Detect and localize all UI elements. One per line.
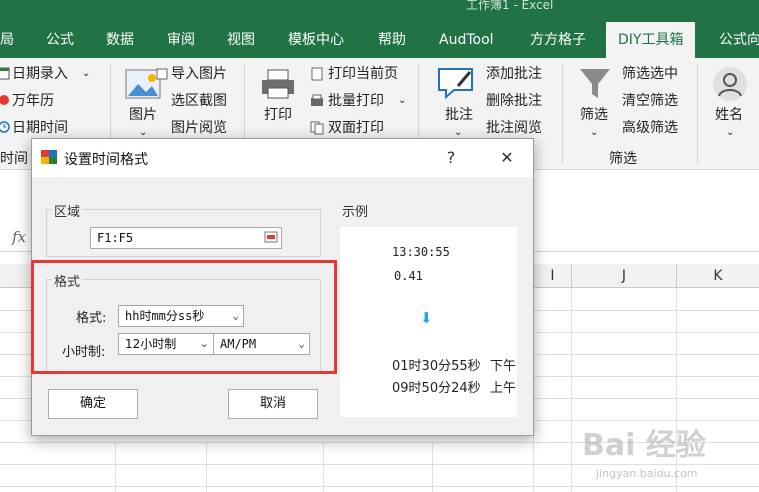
picture-browse-button[interactable]: 图片阅览: [171, 119, 227, 137]
print-current-page-button[interactable]: 打印当前页: [328, 65, 398, 83]
ok-button[interactable]: 确定: [48, 389, 138, 419]
print-page-icon: [311, 67, 323, 81]
example-result-2-suffix: 上午: [490, 381, 517, 396]
down-arrow-icon: ⬇: [420, 309, 433, 327]
example-panel: 13:30:55 0.41 ⬇ 01时30分55秒 下午 09时50分24秒 上…: [340, 227, 517, 417]
tab-formulas[interactable]: 公式: [46, 22, 74, 58]
tab-template-center[interactable]: 模板中心: [288, 22, 344, 58]
highlight-box: [31, 260, 337, 374]
funnel-icon: [580, 69, 610, 98]
grid-line: [206, 442, 207, 492]
column-header-j[interactable]: J: [571, 264, 676, 288]
duplex-print-icon: [310, 121, 324, 135]
ribbon-tabs: 局 公式 数据 审阅 视图 模板中心 帮助 AudTool 方方格子 DIY工具…: [0, 22, 759, 58]
tab-data[interactable]: 数据: [106, 22, 134, 58]
perpetual-calendar-icon: [0, 95, 9, 105]
duplex-print-button[interactable]: 双面打印: [328, 119, 384, 137]
region-label: 区域: [52, 201, 83, 220]
picture-button[interactable]: 图片: [129, 106, 157, 124]
comment-icon: [438, 68, 473, 100]
baidu-watermark: Bai 经验: [582, 428, 706, 463]
date-input-button[interactable]: 日期录入: [12, 65, 68, 83]
import-picture-button[interactable]: 导入图片: [171, 65, 227, 83]
tab-view[interactable]: 视图: [227, 22, 255, 58]
chevron-down-icon: ⌄: [590, 127, 599, 138]
tab-layout[interactable]: 局: [0, 22, 14, 58]
comment-browse-button[interactable]: 批注阅览: [486, 119, 542, 137]
grid-line: [0, 486, 759, 487]
example-result-2: 09时50分24秒: [392, 381, 481, 396]
example-result-1: 01时30分55秒: [392, 359, 481, 374]
comment-button[interactable]: 批注: [445, 106, 473, 124]
tab-fangfang[interactable]: 方方格子: [530, 22, 586, 58]
tab-formula-more[interactable]: 公式向: [719, 22, 759, 58]
clock-icon: [0, 121, 10, 133]
title-bar: 工作簿1 - Excel: [0, 0, 759, 22]
dialog-title: 设置时间格式: [64, 152, 148, 168]
screenshot-button[interactable]: 选区截图: [171, 92, 227, 110]
filter-group-label: 筛选: [609, 151, 637, 167]
name-button[interactable]: 姓名: [715, 106, 743, 124]
cancel-button[interactable]: 取消: [228, 389, 318, 419]
function-icon[interactable]: fx: [12, 228, 26, 246]
grid-line: [432, 442, 433, 492]
column-header-i[interactable]: I: [533, 264, 571, 288]
grid-line: [0, 464, 759, 465]
grid-line: [571, 288, 572, 492]
clear-filter-button[interactable]: 清空筛选: [622, 92, 678, 110]
date-time-button[interactable]: 日期时间: [12, 119, 68, 137]
example-decimal: 0.41: [394, 269, 423, 283]
batch-print-icon: [311, 94, 323, 106]
app-logo-icon: [41, 150, 57, 164]
advanced-filter-button[interactable]: 高级筛选: [622, 119, 678, 137]
delete-comment-button[interactable]: 删除批注: [486, 92, 542, 110]
calendar-button[interactable]: 万年历: [12, 92, 54, 110]
person-icon: [713, 67, 747, 101]
printer-icon: [262, 69, 294, 99]
grid-line: [115, 442, 116, 492]
tab-diy-toolbox[interactable]: DIY工具箱: [606, 22, 696, 58]
baidu-watermark-url: jingyan.baidu.com: [596, 467, 698, 480]
range-picker-icon[interactable]: [264, 230, 278, 244]
import-picture-icon: [156, 68, 168, 80]
group-separator: [697, 64, 698, 164]
close-button[interactable]: ✕: [494, 145, 520, 171]
time-button[interactable]: 时间: [0, 150, 28, 168]
tab-review[interactable]: 审阅: [167, 22, 195, 58]
tab-help[interactable]: 帮助: [378, 22, 406, 58]
tab-audtool[interactable]: AudTool: [439, 22, 494, 58]
filter-button[interactable]: 筛选: [580, 106, 608, 124]
calendar-icon: [0, 67, 10, 80]
print-button[interactable]: 打印: [264, 106, 292, 124]
chevron-down-icon: ⌄: [398, 95, 407, 106]
grid-line: [323, 442, 324, 492]
window-title: 工作簿1 - Excel: [466, 0, 554, 12]
group-separator: [562, 64, 563, 164]
batch-print-button[interactable]: 批量打印: [328, 92, 384, 110]
example-label: 示例: [340, 201, 371, 220]
help-button[interactable]: ?: [438, 145, 464, 171]
chevron-down-icon: ⌄: [82, 68, 91, 79]
region-input[interactable]: F1:F5: [90, 227, 282, 249]
chevron-down-icon: ⌄: [726, 127, 735, 138]
example-time: 13:30:55: [392, 245, 450, 259]
add-comment-button[interactable]: 添加批注: [486, 65, 542, 83]
example-result-1-suffix: 下午: [490, 359, 517, 374]
column-header-k[interactable]: K: [676, 264, 759, 288]
dialog-title-bar[interactable]: 设置时间格式 ? ✕: [32, 139, 533, 177]
filter-selected-button[interactable]: 筛选选中: [622, 65, 678, 83]
